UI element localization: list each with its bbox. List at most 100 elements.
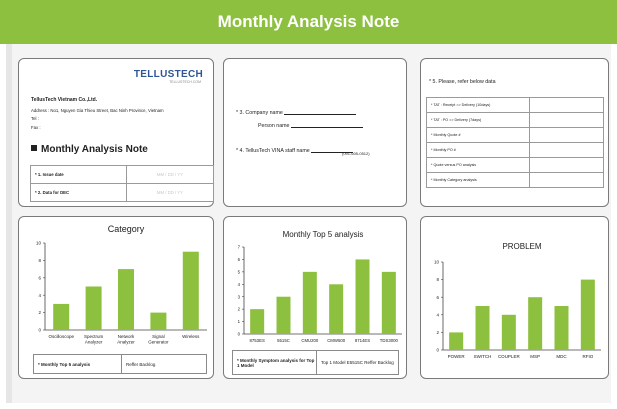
bar xyxy=(580,279,595,350)
company-name-field[interactable] xyxy=(284,109,357,115)
reference-value-field[interactable] xyxy=(529,142,604,158)
bar xyxy=(381,271,396,334)
table-row: * Quote versus PO analysis xyxy=(426,157,604,173)
x-tick-label: Analyzer xyxy=(117,340,135,345)
bar xyxy=(85,286,102,330)
company-tel: Tel : xyxy=(31,116,39,121)
bar xyxy=(475,306,490,350)
company-address: Address : No1, Nguyen Gia Thieu Street, … xyxy=(31,108,164,113)
category-chart: Category0246810Oscilloscope SpectrumAnaly… xyxy=(36,224,207,345)
chart-title: PROBLEM xyxy=(502,242,541,251)
bar xyxy=(118,269,134,330)
bottom-table-label: * Monthly Top 5 analysis xyxy=(33,354,122,374)
logo-text: TELLUSTECH xyxy=(133,69,203,80)
y-tick-label: 10 xyxy=(36,241,42,246)
x-tick-label: CMU200 xyxy=(301,338,319,343)
issue-date-label: * 1. Issue date xyxy=(30,165,127,184)
reference-data-card: * 5. Please, refer below data * TAT : Re… xyxy=(420,58,609,207)
x-tick-label: MDC xyxy=(556,354,567,359)
contact-card: * 3. Company name Person name * 4. Tellu… xyxy=(223,58,407,207)
table-row: * Monthly PO # xyxy=(426,142,604,158)
x-tick-label: Oscilloscope xyxy=(48,334,74,339)
chart-title: Monthly Top 5 analysis xyxy=(283,230,364,239)
issue-info-card: TELLUSTECH TELLUSTECH.COM TellusTech Vie… xyxy=(18,58,214,207)
company-name-label: * 3. Company name xyxy=(236,110,283,116)
y-tick-label: 0 xyxy=(38,328,41,333)
x-tick-label: CMW500 xyxy=(327,338,346,343)
reference-table: * TAT : Receipt => Delivery (10days) * T… xyxy=(426,97,604,188)
company-fax: Fax : xyxy=(31,125,41,130)
reference-value-field[interactable] xyxy=(529,112,604,128)
y-tick-label: 8 xyxy=(38,258,41,263)
chart-title: Category xyxy=(108,224,145,234)
issue-date-field[interactable]: MM / DD / YY xyxy=(126,165,214,184)
company-name: TellusTech Vietnam Co.,Ltd. xyxy=(31,97,98,103)
bar xyxy=(276,296,291,334)
x-tick-label: Signal xyxy=(152,334,165,339)
y-tick-label: 6 xyxy=(238,257,241,262)
bar xyxy=(250,309,265,334)
bar xyxy=(554,306,569,350)
x-tick-label: MSP xyxy=(530,354,540,359)
bar xyxy=(182,251,199,330)
x-tick-label: POWER xyxy=(448,354,466,359)
table-row: * Monthly Quote # xyxy=(426,127,604,143)
reference-item: * Monthly Quote # xyxy=(426,127,530,143)
x-tick-label: Network xyxy=(118,334,135,339)
bar xyxy=(53,303,70,330)
table-row: * 1. Issue date MM / DD / YY xyxy=(30,165,214,184)
y-tick-label: 2 xyxy=(436,330,439,335)
x-tick-label: 5515C xyxy=(277,338,290,343)
data-for-dec-label: * 2. Data for DEC xyxy=(30,183,127,202)
company-name-row: * 3. Company name xyxy=(236,109,357,116)
logo-subtext: TELLUSTECH.COM xyxy=(169,80,201,84)
y-tick-label: 4 xyxy=(38,293,41,298)
tellustech-logo: TELLUSTECH xyxy=(134,69,203,80)
table-row: * TAT : Receipt => Delivery (10days) xyxy=(426,97,604,113)
person-name-field[interactable] xyxy=(291,122,363,128)
bottom-table-label: * Monthly Symptom analysis for Top 1 Mod… xyxy=(232,350,317,375)
bar xyxy=(302,271,317,334)
top5-chart-card: Monthly Top 5 analysis 0 1 2 3 4 5 6 7 8753ES 5515… xyxy=(223,216,407,379)
bar xyxy=(329,284,344,334)
x-tick-label: SWITCH xyxy=(474,354,492,359)
x-tick-label: Wireless xyxy=(182,334,200,339)
reference-item: * Quote versus PO analysis xyxy=(426,157,530,173)
table-row: * TAT : PO => Delivery (7days) xyxy=(426,112,604,128)
bar xyxy=(449,332,464,350)
bottom-table-value: Reffer Backlog xyxy=(121,354,207,374)
reference-item: * TAT : PO => Delivery (7days) xyxy=(426,112,530,128)
y-tick-label: 5 xyxy=(238,269,241,274)
x-tick-label: Analyzer xyxy=(85,340,103,345)
table-row: * 2. Data for DEC MM / DD / YY xyxy=(30,183,214,202)
top5-chart: Monthly Top 5 analysis 0 1 2 3 4 5 6 7 8753ES 5515… xyxy=(238,230,402,343)
page-title: Monthly Analysis Note xyxy=(217,12,400,31)
person-name-row: Person name xyxy=(258,122,363,129)
y-tick-label: 3 xyxy=(238,294,241,299)
staff-phone: (091-605-0512) xyxy=(342,151,370,156)
table-row: * Monthly Top 5 analysis Reffer Backlog xyxy=(33,354,207,374)
y-tick-label: 1 xyxy=(238,319,241,324)
y-tick-label: 6 xyxy=(38,275,41,280)
y-tick-label: 6 xyxy=(436,295,439,300)
y-tick-label: 10 xyxy=(434,260,440,265)
reference-item: * TAT : Receipt => Delivery (10days) xyxy=(426,97,530,113)
staff-name-label: * 4. TellusTech VINA staff name xyxy=(236,148,310,154)
reference-value-field[interactable] xyxy=(529,97,604,113)
reference-value-field[interactable] xyxy=(529,127,604,143)
issue-table: * 1. Issue date MM / DD / YY * 2. Data f… xyxy=(30,165,214,202)
x-tick-label: TDS3000 xyxy=(380,338,399,343)
data-for-dec-field[interactable]: MM / DD / YY xyxy=(126,183,214,202)
x-tick-label: RFIO xyxy=(582,354,593,359)
table-row: * Monthly Symptom analysis for Top 1 Mod… xyxy=(232,350,399,375)
reference-heading: * 5. Please, refer below data xyxy=(429,79,496,85)
y-tick-label: 2 xyxy=(38,310,41,315)
reference-value-field[interactable] xyxy=(529,172,604,188)
y-tick-label: 0 xyxy=(238,332,241,337)
reference-value-field[interactable] xyxy=(529,157,604,173)
problem-chart-card: PROBLEM 0 2 4 6 8 10 POWER SWITCH COUPLER MSP MDC RF… xyxy=(420,216,609,379)
staff-name-row: * 4. TellusTech VINA staff name xyxy=(236,147,354,154)
x-tick-label: 8714ES xyxy=(355,338,370,343)
bar xyxy=(355,259,370,334)
person-name-label: Person name xyxy=(258,123,290,129)
